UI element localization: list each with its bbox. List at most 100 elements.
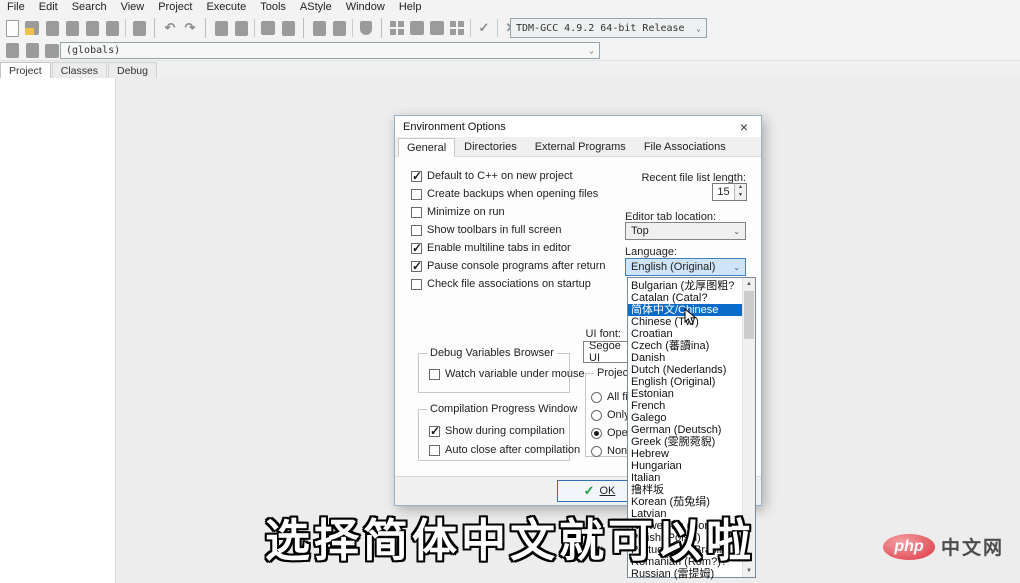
language-option[interactable]: Italian: [628, 472, 742, 484]
language-option[interactable]: Estonian: [628, 388, 742, 400]
option-checkbox[interactable]: Show during compilation: [429, 425, 580, 437]
compiler-select-value: TDM-GCC 4.9.2 64-bit Release: [516, 23, 685, 34]
checkbox-icon: [411, 171, 422, 182]
language-option[interactable]: 撸柈坂: [628, 484, 742, 496]
dialog-tab[interactable]: General: [398, 138, 455, 157]
debug-icon[interactable]: [309, 18, 329, 38]
language-option[interactable]: Bulgarian (龙厚图粗?: [628, 280, 742, 292]
scroll-up-icon[interactable]: ▲: [743, 278, 755, 290]
close-project-icon[interactable]: [447, 18, 467, 38]
menu-item[interactable]: File: [0, 0, 32, 15]
toolbar-separator: [352, 19, 353, 37]
language-option[interactable]: German (Deutsch): [628, 424, 742, 436]
checkbox-icon: [429, 445, 440, 456]
close-icon[interactable]: ×: [727, 116, 761, 137]
language-select[interactable]: English (Original) ⌄: [625, 258, 746, 276]
menu-item[interactable]: Project: [151, 0, 199, 15]
option-checkbox[interactable]: Watch variable under mouse: [429, 368, 585, 380]
option-checkbox[interactable]: Pause console programs after return: [411, 260, 606, 272]
language-option[interactable]: Czech (蕃讀ina): [628, 340, 742, 352]
save-icon[interactable]: [42, 18, 62, 38]
menu-item[interactable]: Tools: [253, 0, 293, 15]
panel-tab[interactable]: Debug: [108, 62, 157, 78]
language-option[interactable]: Russian (雷提姆): [628, 568, 742, 580]
navigate-forward-icon[interactable]: [22, 41, 42, 61]
checkbox-icon: [411, 243, 422, 254]
language-option[interactable]: French: [628, 400, 742, 412]
chevron-down-icon: ⌄: [733, 227, 740, 236]
ui-font-label: UI font:: [521, 328, 621, 340]
compile-icon[interactable]: [211, 18, 231, 38]
panel-tab[interactable]: Classes: [52, 62, 107, 78]
php-logo-badge: php: [883, 534, 935, 560]
compile-and-run-icon[interactable]: [258, 18, 278, 38]
ui-font-value: Segoe UI: [589, 341, 622, 363]
option-checkbox[interactable]: Auto close after compilation: [429, 444, 580, 456]
language-option[interactable]: Galego: [628, 412, 742, 424]
recent-file-list-stepper[interactable]: 15 ▲ ▼: [712, 183, 747, 201]
checkbox-icon: [411, 261, 422, 272]
scrollbar-thumb[interactable]: [744, 291, 754, 339]
menu-item[interactable]: Search: [65, 0, 114, 15]
option-checkbox[interactable]: Check file associations on startup: [411, 278, 606, 290]
redo-icon[interactable]: ↷: [180, 18, 200, 38]
dialog-tab[interactable]: File Associations: [635, 137, 735, 156]
chevron-down-icon: ⌄: [696, 24, 701, 33]
option-checkbox[interactable]: Enable multiline tabs in editor: [411, 242, 606, 254]
language-option[interactable]: Dutch (Nederlands): [628, 364, 742, 376]
close-file-icon[interactable]: [82, 18, 102, 38]
save-all-icon[interactable]: [62, 18, 82, 38]
toolbar-separator: [381, 18, 382, 38]
watermark-text: 中文网: [941, 533, 1004, 560]
language-option[interactable]: Greek (雯腕菀貎): [628, 436, 742, 448]
package-manager-icon[interactable]: [356, 18, 376, 38]
menu-item[interactable]: Window: [339, 0, 392, 15]
panel-tab[interactable]: Project: [0, 62, 51, 78]
checkbox-label: Minimize on run: [427, 206, 505, 218]
option-checkbox[interactable]: Create backups when opening files: [411, 188, 606, 200]
language-option[interactable]: Danish: [628, 352, 742, 364]
new-project-icon[interactable]: [387, 18, 407, 38]
checkbox-label: Pause console programs after return: [427, 260, 606, 272]
panel-tab-row: ProjectClassesDebug: [0, 61, 1020, 78]
spin-up-icon[interactable]: ▲: [735, 184, 746, 192]
compiler-select[interactable]: TDM-GCC 4.9.2 64-bit Release ⌄: [510, 18, 707, 38]
rebuild-icon[interactable]: [278, 18, 298, 38]
language-option[interactable]: English (Original): [628, 376, 742, 388]
dialog-tab[interactable]: External Programs: [526, 137, 635, 156]
checkbox-icon: [411, 189, 422, 200]
menu-item[interactable]: Help: [392, 0, 429, 15]
checkbox-label: Check file associations on startup: [427, 278, 591, 290]
save-project-icon[interactable]: [427, 18, 447, 38]
option-checkbox[interactable]: Minimize on run: [411, 206, 606, 218]
menu-item[interactable]: View: [114, 0, 152, 15]
close-all-icon[interactable]: [102, 18, 122, 38]
option-checkbox[interactable]: Show toolbars in full screen: [411, 224, 606, 236]
radio-icon: [591, 446, 602, 457]
language-label: Language:: [625, 246, 677, 258]
navigate-back-icon[interactable]: [2, 41, 22, 61]
toolbar-separator: [254, 19, 255, 37]
spin-down-icon[interactable]: ▼: [735, 192, 746, 200]
new-source-icon[interactable]: [2, 18, 22, 38]
open-file-icon[interactable]: [22, 18, 42, 38]
dialog-tab[interactable]: Directories: [455, 137, 526, 156]
language-option[interactable]: Hebrew: [628, 448, 742, 460]
editor-tab-location-select[interactable]: Top ⌄: [625, 222, 746, 240]
profiler-icon[interactable]: [329, 18, 349, 38]
undo-icon[interactable]: ↶: [160, 18, 180, 38]
checkbox-label: Create backups when opening files: [427, 188, 598, 200]
ui-font-select[interactable]: Segoe UI: [583, 341, 628, 363]
menu-item[interactable]: Execute: [199, 0, 253, 15]
class-browser-icon[interactable]: [42, 41, 62, 61]
print-icon[interactable]: [129, 18, 149, 38]
language-select-value: English (Original): [631, 261, 715, 273]
syntax-check-icon[interactable]: ✓: [474, 18, 494, 38]
open-project-icon[interactable]: [407, 18, 427, 38]
menu-item[interactable]: AStyle: [293, 0, 339, 15]
run-icon[interactable]: [231, 18, 251, 38]
globals-select[interactable]: (globals) ⌄: [60, 42, 600, 59]
menu-item[interactable]: Edit: [32, 0, 65, 15]
language-option[interactable]: Hungarian: [628, 460, 742, 472]
language-option[interactable]: Catalan (Catal?: [628, 292, 742, 304]
